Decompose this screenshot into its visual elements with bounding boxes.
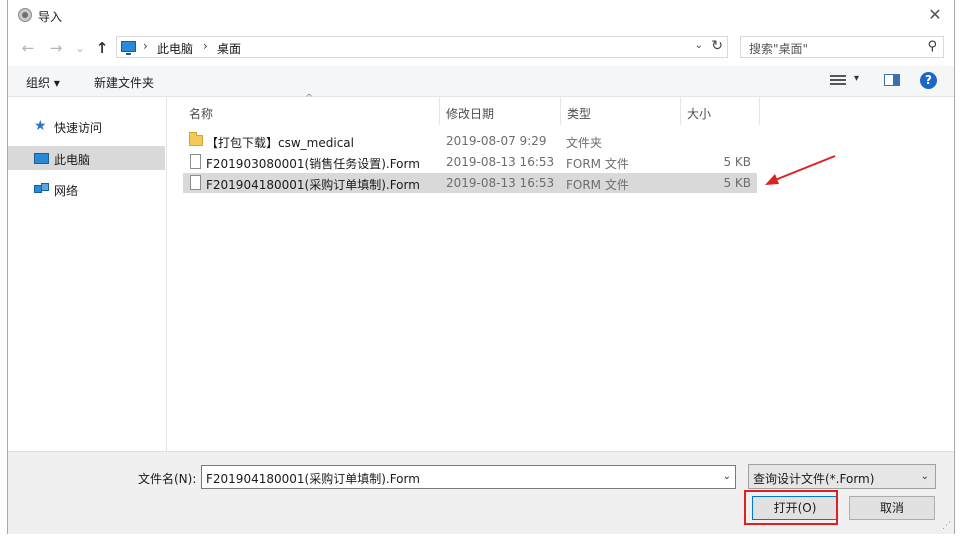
chevron-down-icon[interactable]: ⌄: [723, 471, 731, 482]
computer-icon: [121, 41, 136, 55]
preview-pane-icon[interactable]: [884, 74, 900, 86]
navigation-pane: ★ 快速访问 此电脑 网络: [8, 97, 167, 451]
file-type-value: 查询设计文件(*.Form): [753, 472, 875, 486]
filename-value: F201904180001(采购订单填制).Form: [206, 472, 420, 486]
address-bar[interactable]: › 此电脑 › 桌面 ⌄ ↻: [116, 36, 728, 58]
file-icon: [190, 154, 201, 169]
file-type: FORM 文件: [566, 157, 629, 171]
view-details-icon[interactable]: [830, 73, 846, 87]
file-date: 2019-08-13 16:53: [446, 155, 555, 169]
star-icon: ★: [34, 118, 47, 134]
nav-item-network[interactable]: 网络: [8, 177, 165, 201]
file-type: 文件夹: [566, 136, 603, 150]
file-size: 5 KB: [723, 155, 751, 169]
breadcrumb-separator[interactable]: ›: [203, 39, 208, 53]
search-icon[interactable]: ⚲: [927, 39, 937, 54]
file-name: 【打包下载】csw_medical: [206, 136, 354, 150]
file-open-dialog: 导入 ✕ ← → ⌄ ↑ › 此电脑 › 桌面 ⌄ ↻ 搜索"桌面" ⚲ 组织 …: [7, 0, 955, 534]
file-size: 5 KB: [723, 176, 751, 190]
file-type: FORM 文件: [566, 178, 629, 192]
column-header-label: 名称: [189, 107, 214, 121]
breadcrumb-this-pc[interactable]: 此电脑: [157, 40, 193, 57]
nav-item-quick-access[interactable]: ★ 快速访问: [8, 114, 165, 138]
nav-item-label: 快速访问: [54, 121, 103, 135]
column-header-date[interactable]: 修改日期: [440, 97, 561, 125]
column-header-name[interactable]: ^ 名称: [183, 93, 440, 125]
close-icon[interactable]: ✕: [924, 4, 946, 26]
command-toolbar: 组织 ▾ 新建文件夹 ▾ ?: [8, 66, 954, 97]
file-row[interactable]: 【打包下载】csw_medical 2019-08-07 9:29 文件夹: [183, 131, 757, 151]
breadcrumb-desktop[interactable]: 桌面: [217, 40, 241, 57]
file-date: 2019-08-07 9:29: [446, 134, 547, 148]
network-icon: [34, 183, 50, 195]
column-header-type[interactable]: 类型: [561, 97, 681, 125]
resize-grip-icon[interactable]: ⋰: [942, 521, 951, 531]
address-row: ← → ⌄ ↑ › 此电脑 › 桌面 ⌄ ↻ 搜索"桌面" ⚲: [8, 34, 954, 62]
column-header-size[interactable]: 大小: [681, 97, 760, 125]
file-row-selected[interactable]: F201904180001(采购订单填制).Form 2019-08-13 16…: [183, 173, 757, 193]
file-type-select[interactable]: 查询设计文件(*.Form) ⌄: [748, 464, 936, 489]
window-title: 导入: [38, 10, 63, 24]
annotation-arrow: [765, 155, 836, 185]
nav-item-this-pc[interactable]: 此电脑: [8, 146, 165, 170]
title-bar: 导入 ✕: [8, 0, 954, 32]
annotation-highlight-box: [744, 490, 838, 525]
column-header-label: 大小: [687, 107, 712, 121]
dialog-footer: 文件名(N): F201904180001(采购订单填制).Form ⌄ 查询设…: [8, 451, 954, 534]
recent-locations-icon[interactable]: ⌄: [70, 38, 90, 58]
back-arrow-icon[interactable]: ←: [18, 38, 38, 58]
up-arrow-icon[interactable]: ↑: [92, 38, 112, 58]
file-list: ^ 名称 修改日期 类型 大小 【打包下载】csw_medical 2019-0…: [167, 93, 954, 451]
filename-input[interactable]: F201904180001(采购订单填制).Form ⌄: [201, 465, 736, 489]
column-header-label: 修改日期: [446, 107, 495, 121]
folder-icon: [189, 132, 203, 146]
column-header-label: 类型: [567, 107, 592, 121]
filename-label: 文件名(N):: [138, 472, 197, 486]
file-row[interactable]: F201903080001(销售任务设置).Form 2019-08-13 16…: [183, 152, 757, 172]
file-name: F201904180001(采购订单填制).Form: [206, 178, 420, 192]
help-icon[interactable]: ?: [920, 72, 937, 89]
search-input[interactable]: 搜索"桌面" ⚲: [740, 36, 944, 58]
refresh-icon[interactable]: ↻: [711, 38, 723, 54]
computer-icon: [34, 153, 49, 164]
nav-item-label: 此电脑: [54, 153, 91, 167]
file-icon: [190, 175, 201, 190]
organize-button[interactable]: 组织 ▾: [26, 74, 60, 91]
chevron-down-icon[interactable]: ⌄: [695, 40, 703, 51]
forward-arrow-icon[interactable]: →: [46, 38, 66, 58]
search-placeholder: 搜索"桌面": [749, 42, 809, 56]
file-date: 2019-08-13 16:53: [446, 176, 555, 190]
nav-item-label: 网络: [54, 184, 79, 198]
view-options-dropdown[interactable]: ▾: [854, 73, 859, 84]
new-folder-button[interactable]: 新建文件夹: [94, 74, 154, 91]
file-name: F201903080001(销售任务设置).Form: [206, 157, 420, 171]
breadcrumb-separator[interactable]: ›: [143, 39, 148, 53]
sort-ascending-icon: ^: [305, 93, 314, 104]
chevron-down-icon: ⌄: [920, 471, 929, 482]
app-icon: [18, 8, 32, 22]
cancel-button[interactable]: 取消: [849, 496, 935, 520]
